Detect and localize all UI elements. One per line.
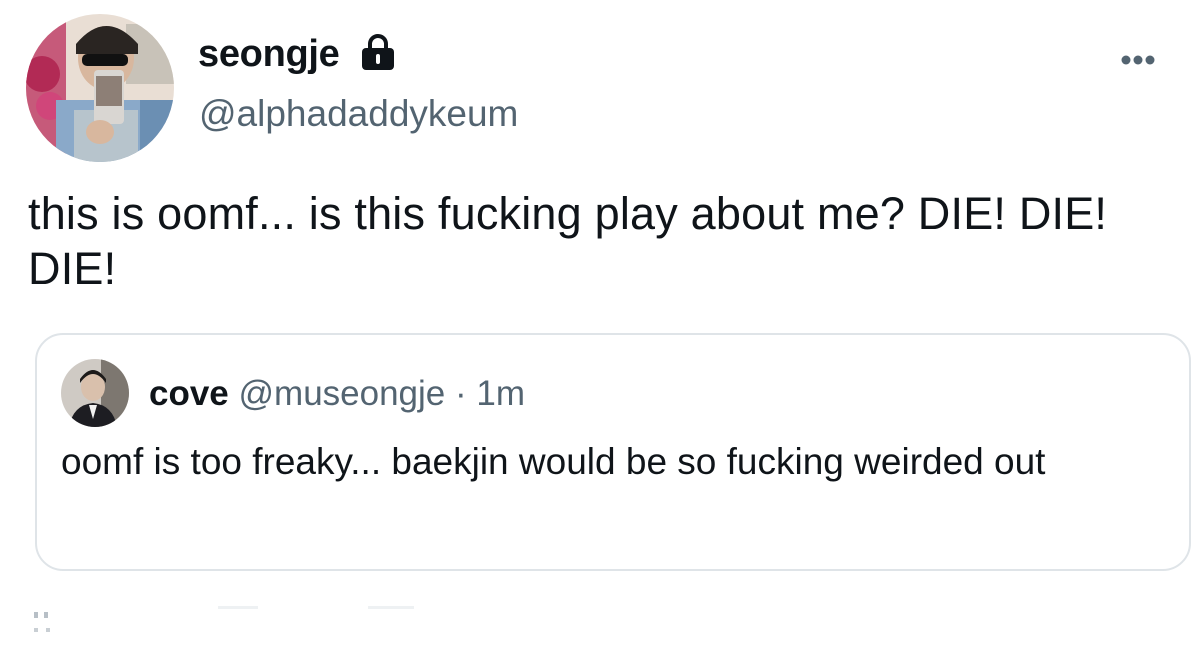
author-display-name[interactable]: seongje [198, 32, 340, 76]
author-avatar[interactable] [26, 14, 174, 162]
cropped-action-row [34, 606, 414, 632]
quote-author-avatar[interactable] [61, 359, 129, 427]
avatar-photo [26, 14, 174, 162]
tweet[interactable]: seongje @alphadaddykeum this is oomf... … [0, 0, 1199, 667]
quote-timestamp[interactable]: 1m [476, 374, 525, 413]
quote-avatar-photo [61, 359, 129, 427]
quoted-tweet-card[interactable]: cove @museongje · 1m oomf is too freaky.… [35, 333, 1191, 571]
tweet-text: this is oomf... is this fucking play abo… [28, 188, 1108, 294]
quote-meta: cove @museongje · 1m [149, 373, 525, 415]
quote-author-handle[interactable]: @museongje [239, 374, 446, 413]
author-handle[interactable]: @alphadaddykeum [199, 92, 518, 136]
lock-icon [362, 34, 394, 70]
quote-author-name[interactable]: cove [149, 374, 229, 413]
more-horizontal-icon[interactable] [1112, 48, 1164, 72]
quote-text: oomf is too freaky... baekjin would be s… [61, 441, 1046, 482]
quote-separator: · [455, 374, 467, 413]
